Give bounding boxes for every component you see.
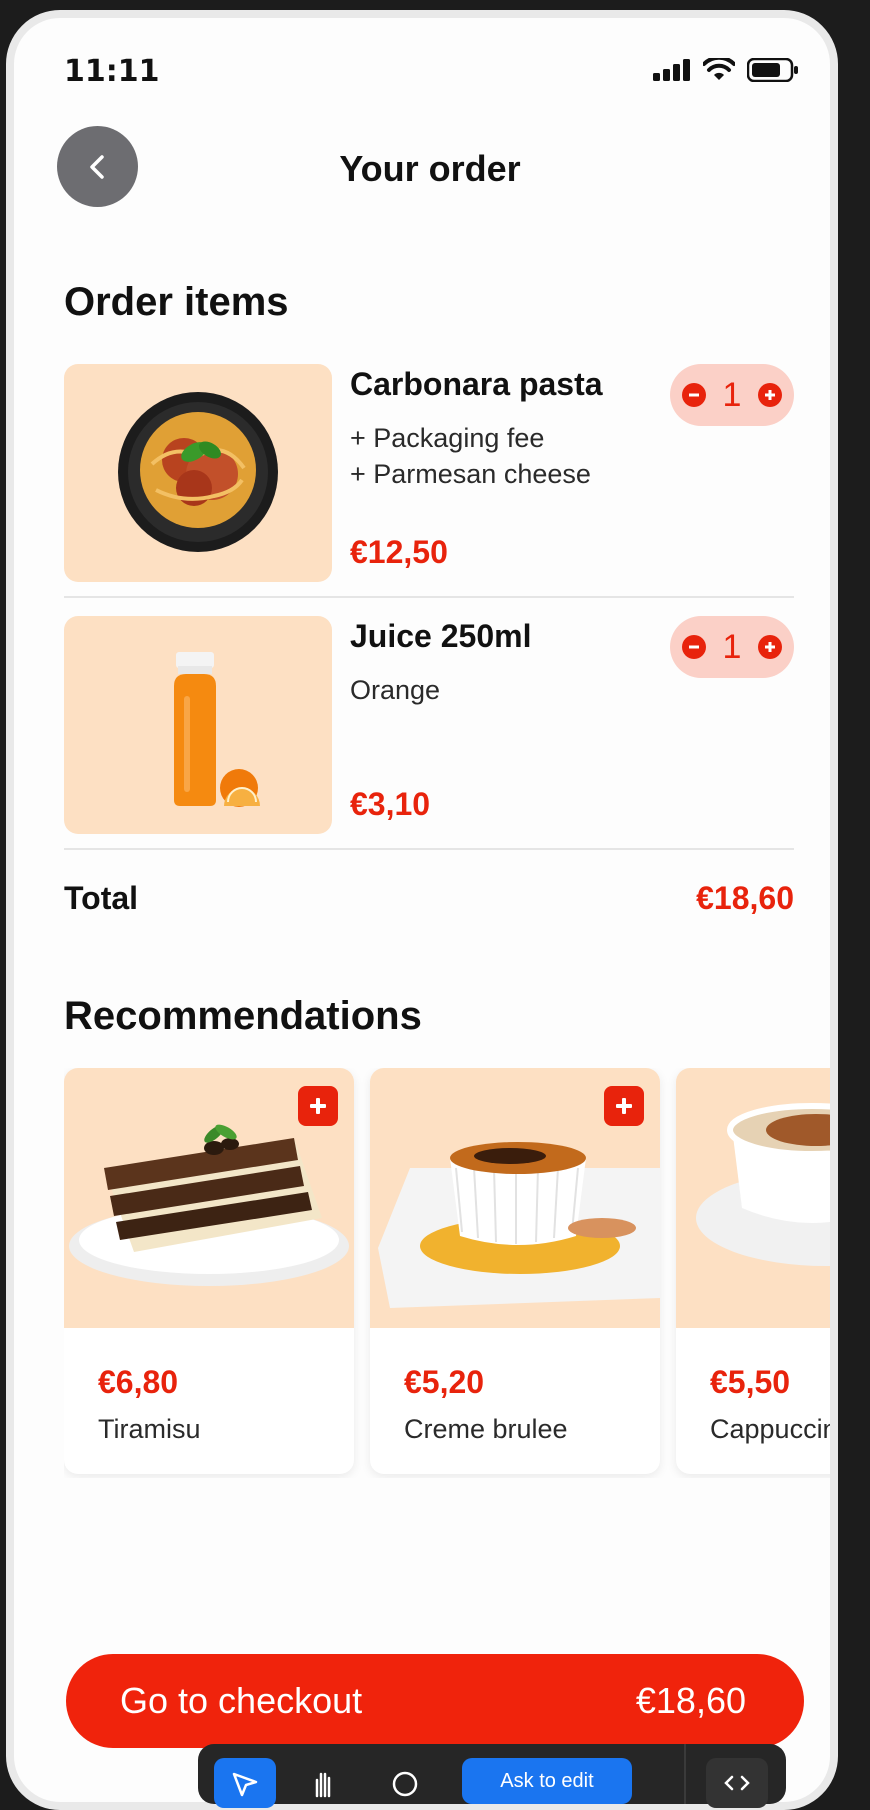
quantity-stepper: 1: [670, 616, 794, 678]
toolbar-divider: [684, 1744, 686, 1804]
item-name: Carbonara pasta: [350, 366, 603, 402]
phone-frame: 11:11 Your order Order items Carbonara p…: [6, 10, 838, 1810]
item-options: + Packaging fee + Parmesan cheese: [350, 420, 591, 492]
status-time: 11:11: [64, 54, 160, 89]
total-row: Total €18,60: [64, 880, 794, 920]
minus-icon: [689, 393, 699, 397]
quantity-stepper: 1: [670, 364, 794, 426]
item-option: Orange: [350, 675, 441, 705]
comment-tool[interactable]: [374, 1758, 436, 1808]
recommendations-heading: Recommendations: [64, 994, 422, 1038]
plus-icon: [616, 1098, 632, 1114]
decrease-button[interactable]: [682, 635, 706, 659]
item-price: €3,10: [350, 786, 431, 822]
order-item: Juice 250ml Orange €3,10 1: [64, 616, 794, 834]
minus-icon: [689, 645, 699, 649]
recommendation-card[interactable]: €5,20 Creme brulee: [370, 1068, 660, 1474]
recommendation-price: €5,50: [710, 1364, 791, 1400]
recommendation-card[interactable]: €5,50 Cappuccino: [676, 1068, 838, 1474]
wifi-icon: [703, 58, 735, 80]
add-to-order-button[interactable]: [298, 1086, 338, 1126]
divider: [64, 848, 794, 850]
hand-tool[interactable]: [292, 1758, 354, 1808]
recommendation-card[interactable]: €6,80 Tiramisu: [64, 1068, 354, 1474]
signal-icon: [653, 59, 690, 81]
increase-button[interactable]: [757, 635, 782, 659]
divider: [64, 596, 794, 598]
juice-image: [64, 616, 332, 834]
cappuccino-image: [676, 1068, 830, 1328]
code-view-tool[interactable]: [706, 1758, 768, 1808]
checkout-button[interactable]: Go to checkout €18,60: [66, 1654, 804, 1748]
page-title: Your order: [339, 148, 521, 189]
increase-button[interactable]: [757, 383, 782, 407]
recommendation-name: Cappuccino: [710, 1414, 838, 1444]
battery-icon: [747, 58, 798, 82]
quantity-value: 1: [722, 627, 742, 666]
item-name: Juice 250ml: [350, 618, 532, 654]
recommendation-name: Tiramisu: [98, 1414, 201, 1444]
header: Your order: [14, 126, 830, 208]
recommendation-price: €5,20: [404, 1364, 485, 1400]
checkout-amount: €18,60: [635, 1680, 746, 1721]
editor-toolbar: Ask to edit: [198, 1744, 786, 1808]
order-item: Carbonara pasta + Packaging fee + Parmes…: [64, 364, 794, 582]
total-value: €18,60: [696, 880, 794, 916]
order-items-heading: Order items: [64, 280, 289, 324]
status-icons: [653, 58, 799, 82]
item-price: €12,50: [350, 534, 448, 570]
recommendation-name: Creme brulee: [404, 1414, 568, 1444]
select-tool[interactable]: [214, 1758, 276, 1808]
status-bar: 11:11: [64, 50, 799, 94]
pasta-image: [64, 364, 332, 582]
plus-icon: [764, 642, 775, 652]
plus-icon: [310, 1098, 326, 1114]
item-option: + Parmesan cheese: [350, 459, 591, 489]
ask-to-edit-label: Ask to edit: [500, 1770, 594, 1792]
total-label: Total: [64, 880, 139, 916]
ask-to-edit-button[interactable]: Ask to edit: [462, 1758, 632, 1804]
plus-icon: [764, 390, 775, 400]
item-options: Orange: [350, 672, 440, 708]
recommendation-price: €6,80: [98, 1364, 179, 1400]
decrease-button[interactable]: [682, 383, 706, 407]
quantity-value: 1: [722, 375, 742, 414]
checkout-label: Go to checkout: [120, 1680, 363, 1721]
item-option: + Packaging fee: [350, 423, 545, 453]
add-to-order-button[interactable]: [604, 1086, 644, 1126]
recommendations-list[interactable]: €6,80 Tiramisu €5,20 Creme brulee €5,50 …: [64, 1068, 838, 1478]
